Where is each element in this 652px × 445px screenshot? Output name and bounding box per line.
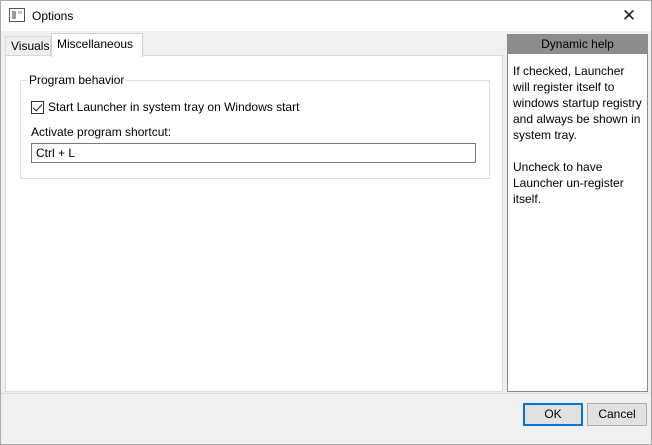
start-in-tray-checkbox[interactable] xyxy=(31,100,44,114)
dynamic-help-text: If checked, Launcher will register itsel… xyxy=(508,54,647,207)
options-dialog: Options ✕ Visuals Miscellaneous Program … xyxy=(0,0,652,445)
start-in-tray-option[interactable]: Start Launcher in system tray on Windows… xyxy=(31,100,299,114)
dynamic-help-panel: Dynamic help If checked, Launcher will r… xyxy=(507,34,648,392)
shortcut-input[interactable]: Ctrl + L xyxy=(31,143,476,163)
program-behavior-group: Program behavior Start Launcher in syste… xyxy=(20,73,490,179)
miscellaneous-panel: Program behavior Start Launcher in syste… xyxy=(5,55,503,392)
shortcut-label: Activate program shortcut: xyxy=(31,125,172,139)
dynamic-help-header: Dynamic help xyxy=(508,35,647,54)
window-icon xyxy=(9,8,25,22)
help-paragraph: Uncheck to have Launcher un-register its… xyxy=(513,160,624,206)
cancel-button[interactable]: Cancel xyxy=(587,403,647,426)
ok-button[interactable]: OK xyxy=(523,403,583,426)
tab-visuals[interactable]: Visuals xyxy=(5,36,51,56)
footer-divider xyxy=(1,393,651,394)
close-icon[interactable]: ✕ xyxy=(607,1,651,31)
help-paragraph: If checked, Launcher will register itsel… xyxy=(513,64,642,142)
tab-miscellaneous[interactable]: Miscellaneous xyxy=(51,33,143,57)
start-in-tray-label: Start Launcher in system tray on Windows… xyxy=(48,100,300,114)
window-title: Options xyxy=(32,9,74,23)
title-bar: Options ✕ xyxy=(1,1,651,31)
group-title: Program behavior xyxy=(27,73,127,87)
